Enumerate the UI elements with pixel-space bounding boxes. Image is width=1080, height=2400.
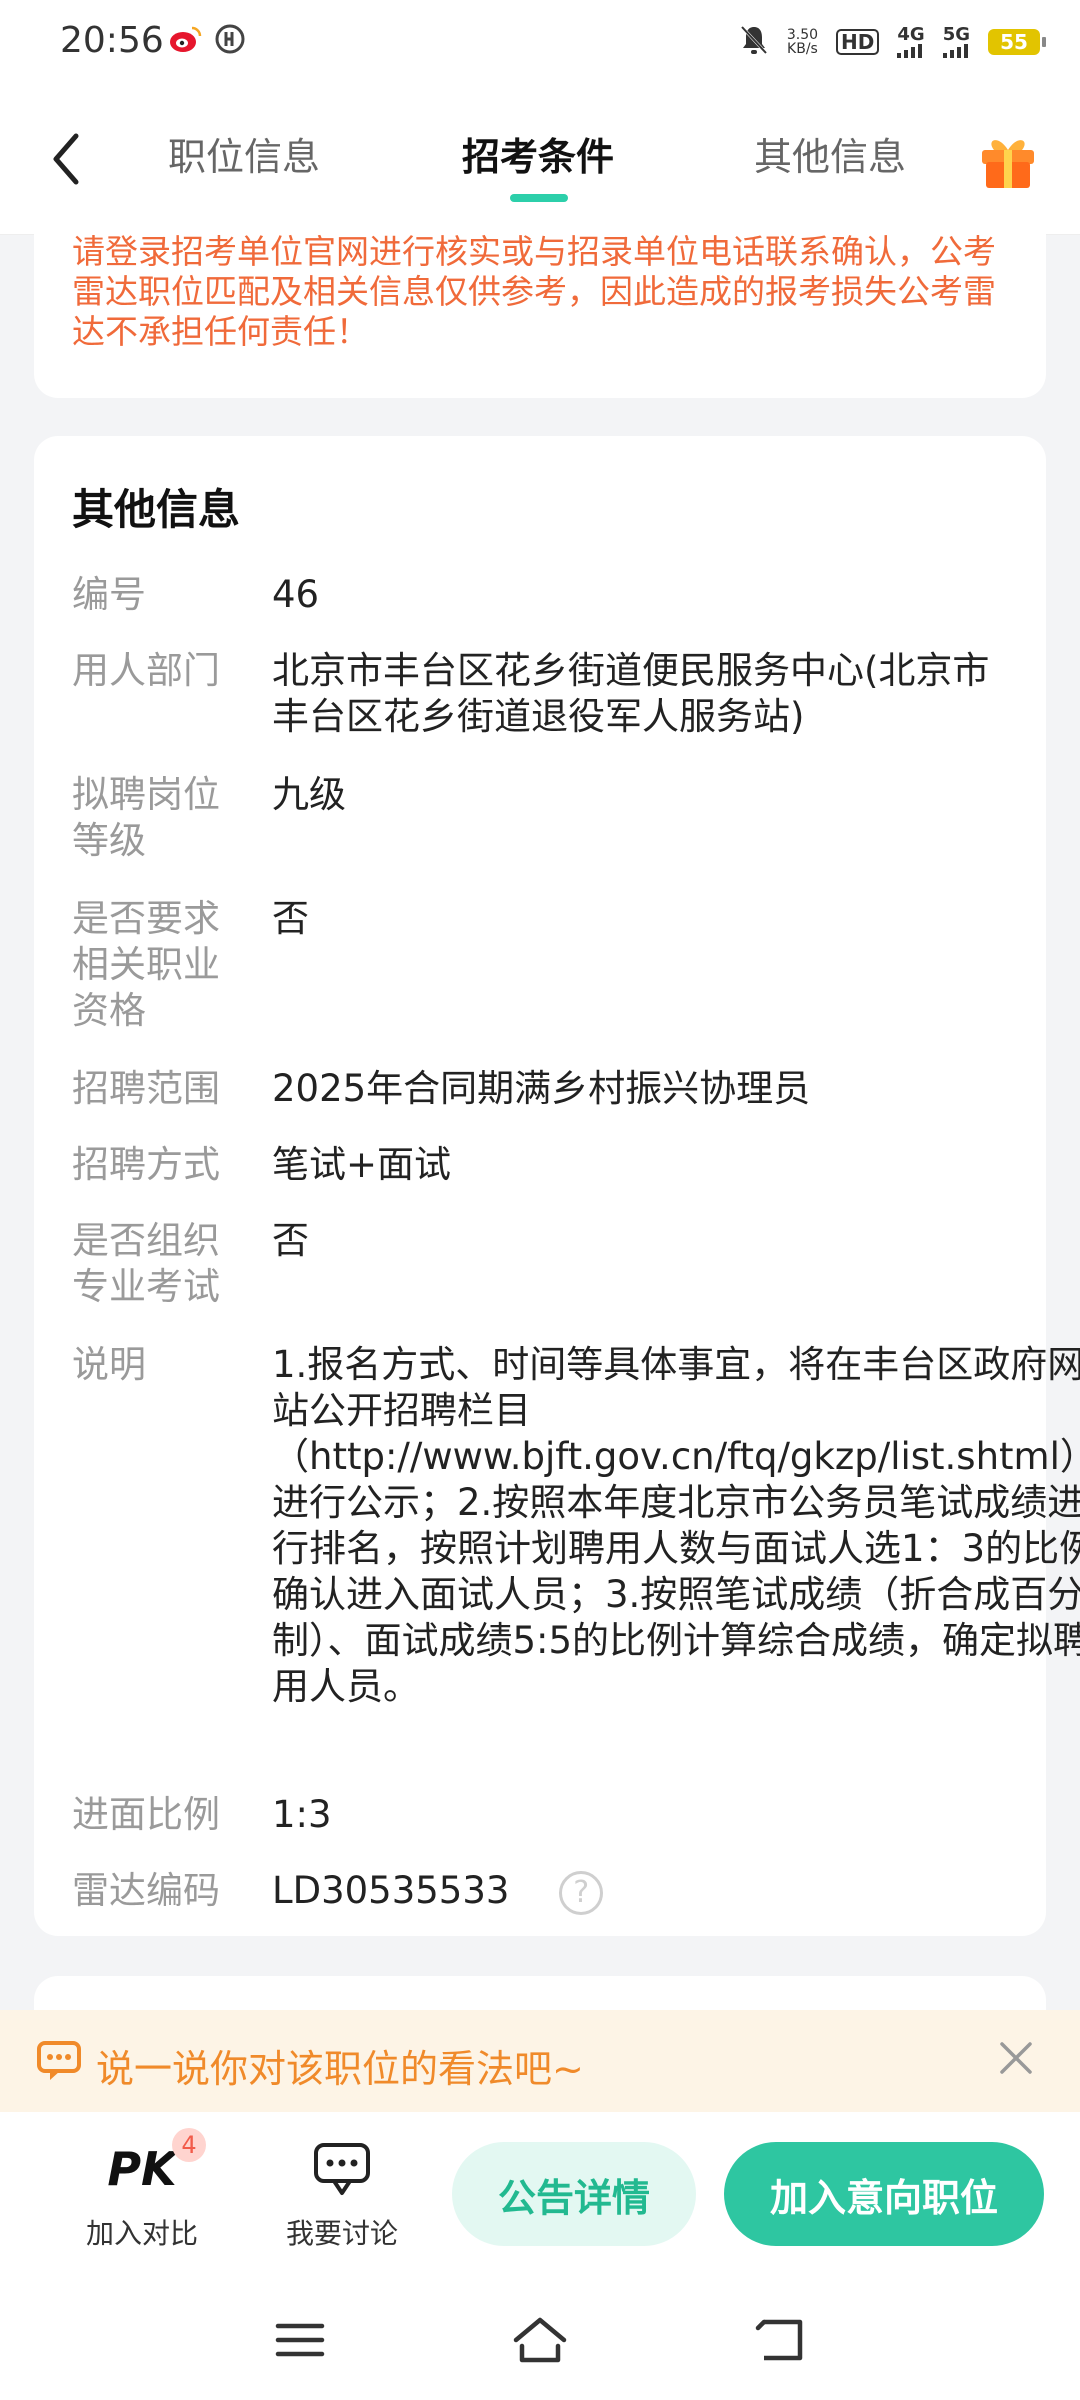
info-row-professional-exam: 是否组织专业考试 否 bbox=[72, 1218, 1022, 1310]
chat-bubble-icon bbox=[36, 2038, 82, 2084]
chevron-left-icon bbox=[53, 133, 79, 185]
info-row-interview-ratio: 进面比例 1:3 bbox=[72, 1792, 1022, 1838]
signal-sim2: 5G bbox=[942, 24, 970, 58]
info-label: 招聘范围 bbox=[72, 1067, 220, 1110]
add-intended-position-button[interactable]: 加入意向职位 bbox=[724, 2142, 1044, 2246]
info-value: 2025年合同期满乡村振兴协理员 bbox=[272, 1067, 811, 1110]
info-label: 拟聘岗位等级 bbox=[72, 773, 220, 862]
info-label: 是否组织专业考试 bbox=[72, 1219, 220, 1308]
sim1-label: 4G bbox=[897, 24, 925, 45]
announcement-details-button[interactable]: 公告详情 bbox=[452, 2142, 696, 2246]
status-bar: 20:56 3.50 KB/s HD 4G 5G 55 bbox=[0, 0, 1080, 84]
mute-bell-icon bbox=[739, 24, 769, 60]
info-row-description: 说明 1.报名方式、时间等具体事宜，将在丰台区政府网站公开招聘栏目（http:/… bbox=[72, 1342, 1080, 1710]
info-value: 1:3 bbox=[272, 1793, 332, 1836]
info-label: 用人部门 bbox=[72, 649, 220, 692]
tab-other-info[interactable]: 其他信息 bbox=[754, 126, 906, 181]
tab-position-info[interactable]: 职位信息 bbox=[168, 126, 320, 181]
system-navigation-bar bbox=[0, 2280, 1080, 2400]
net-speed-unit: KB/s bbox=[787, 41, 818, 57]
hd-indicator: HD bbox=[836, 29, 880, 55]
home-icon[interactable] bbox=[510, 2310, 570, 2370]
info-row-post-level: 拟聘岗位等级 九级 bbox=[72, 772, 1022, 864]
info-value: 46 bbox=[272, 573, 320, 616]
add-to-compare-label: 加入对比 bbox=[85, 2217, 198, 2250]
discuss-label: 我要讨论 bbox=[285, 2217, 398, 2250]
signal-bars-icon bbox=[897, 44, 923, 58]
info-label: 说明 bbox=[72, 1343, 146, 1386]
net-speed-value: 3.50 bbox=[786, 27, 819, 43]
info-label: 雷达编码 bbox=[72, 1869, 220, 1912]
back-button[interactable] bbox=[40, 124, 100, 194]
radar-code-value: LD30535533 bbox=[272, 1869, 510, 1912]
info-label: 编号 bbox=[72, 573, 146, 616]
compare-count-badge: 4 bbox=[172, 2128, 206, 2162]
pk-icon: PK bbox=[107, 2142, 177, 2196]
gift-icon[interactable] bbox=[976, 128, 1040, 192]
info-value: 否 bbox=[272, 1219, 309, 1262]
status-time: 20:56 bbox=[60, 20, 164, 61]
sim2-label: 5G bbox=[942, 24, 970, 45]
app-notification-icon bbox=[214, 22, 246, 56]
signal-sim1: 4G bbox=[897, 24, 925, 58]
active-tab-indicator bbox=[510, 194, 568, 202]
comment-prompt-banner[interactable]: 说一说你对该职位的看法吧~ bbox=[0, 2010, 1080, 2112]
close-icon[interactable] bbox=[996, 2038, 1036, 2078]
bottom-action-bar: PK 加入对比 4 我要讨论 公告详情 加入意向职位 bbox=[0, 2112, 1080, 2280]
top-nav-header: 职位信息 招考条件 其他信息 bbox=[0, 84, 1080, 235]
battery-level: 55 bbox=[1000, 30, 1028, 54]
battery-icon: 55 bbox=[988, 29, 1046, 55]
info-label: 招聘方式 bbox=[72, 1143, 220, 1186]
menu-icon[interactable] bbox=[270, 2310, 330, 2370]
info-row-radar-code: 雷达编码 LD30535533 ? bbox=[72, 1868, 1022, 1915]
signal-bars-icon bbox=[942, 44, 968, 58]
info-row-department: 用人部门 北京市丰台区花乡街道便民服务中心(北京市丰台区花乡街道退役军人服务站) bbox=[72, 648, 1022, 740]
info-label: 是否要求相关职业资格 bbox=[72, 897, 220, 1032]
help-question-icon[interactable]: ? bbox=[559, 1870, 604, 1915]
info-value: 1.报名方式、时间等具体事宜，将在丰台区政府网站公开招聘栏目（http://ww… bbox=[272, 1343, 1080, 1708]
info-value: 笔试+面试 bbox=[272, 1143, 452, 1186]
info-row-number: 编号 46 bbox=[72, 572, 1022, 618]
net-speed: 3.50 KB/s bbox=[787, 28, 818, 56]
comment-prompt-text: 说一说你对该职位的看法吧~ bbox=[96, 2047, 584, 2091]
status-right-icons: 3.50 KB/s HD 4G 5G 55 bbox=[739, 20, 1046, 64]
discuss-chat-icon bbox=[272, 2136, 412, 2202]
back-nav-icon[interactable] bbox=[750, 2310, 810, 2370]
info-value: 否 bbox=[272, 897, 309, 940]
info-value: 九级 bbox=[272, 773, 346, 816]
tab-exam-conditions[interactable]: 招考条件 bbox=[462, 126, 614, 181]
info-row-method: 招聘方式 笔试+面试 bbox=[72, 1142, 1022, 1188]
weibo-icon bbox=[168, 22, 202, 56]
info-value-wrap: LD30535533 ? bbox=[272, 1868, 1022, 1915]
disclaimer-text: 请登录招考单位官网进行核实或与招录单位电话联系确认，公考雷达职位匹配及相关信息仅… bbox=[72, 232, 996, 351]
info-row-qualification: 是否要求相关职业资格 否 bbox=[72, 896, 1022, 1034]
section-title: 其他信息 bbox=[72, 485, 241, 534]
info-row-scope: 招聘范围 2025年合同期满乡村振兴协理员 bbox=[72, 1066, 1022, 1112]
info-label: 进面比例 bbox=[72, 1793, 220, 1836]
discuss-button[interactable]: 我要讨论 bbox=[272, 2136, 412, 2252]
info-value: 北京市丰台区花乡街道便民服务中心(北京市丰台区花乡街道退役军人服务站) bbox=[272, 649, 990, 738]
